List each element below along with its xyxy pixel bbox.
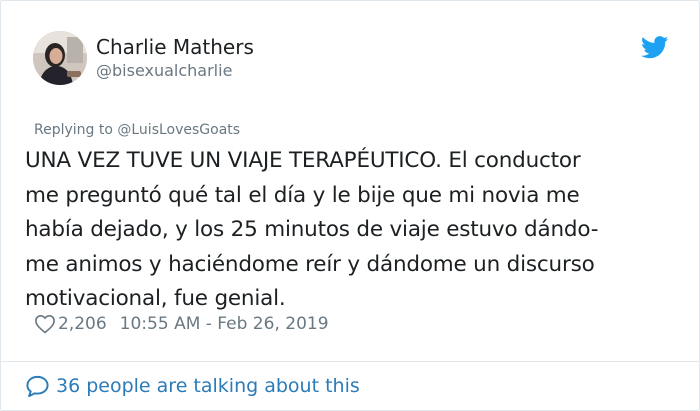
tweet-line: me animos y haciéndome reír y dándome un…: [25, 251, 595, 277]
twitter-bird-icon[interactable]: [641, 36, 669, 59]
heart-icon[interactable]: [34, 314, 56, 334]
tweet-line: me preguntó qué tal el día y le bije que…: [25, 182, 580, 208]
tweet-line: había dejado, y los 25 minutos de viaje …: [25, 217, 599, 242]
author-handle[interactable]: @bisexualcharlie: [96, 61, 254, 81]
tweet-meta: 2,206 10:55 AM - Feb 26, 2019: [34, 313, 329, 335]
talking-about-link[interactable]: 36 people are talking about this: [25, 374, 360, 398]
tweet-line: motivacional, fue genial.: [25, 286, 286, 311]
avatar[interactable]: [33, 31, 87, 85]
tweet-text: UNA VEZ TUVE UN VIAJE TERAPÉUTICO. El co…: [25, 144, 689, 317]
tweet-card: Charlie Mathers @bisexualcharlie Replyin…: [0, 0, 700, 411]
replying-to[interactable]: Replying to @LuisLovesGoats: [34, 121, 240, 139]
talking-about-text[interactable]: 36 people are talking about this: [56, 374, 360, 398]
like-count[interactable]: 2,206: [58, 313, 107, 335]
speech-bubble-icon: [26, 375, 49, 398]
avatar-photo: [33, 31, 87, 85]
timestamp[interactable]: 10:55 AM - Feb 26, 2019: [120, 313, 329, 335]
divider: [1, 361, 700, 362]
tweet-line: UNA VEZ TUVE UN VIAJE TERAPÉUTICO. El co…: [25, 148, 581, 173]
author-block: Charlie Mathers @bisexualcharlie: [96, 34, 254, 81]
author-name[interactable]: Charlie Mathers: [96, 34, 254, 60]
